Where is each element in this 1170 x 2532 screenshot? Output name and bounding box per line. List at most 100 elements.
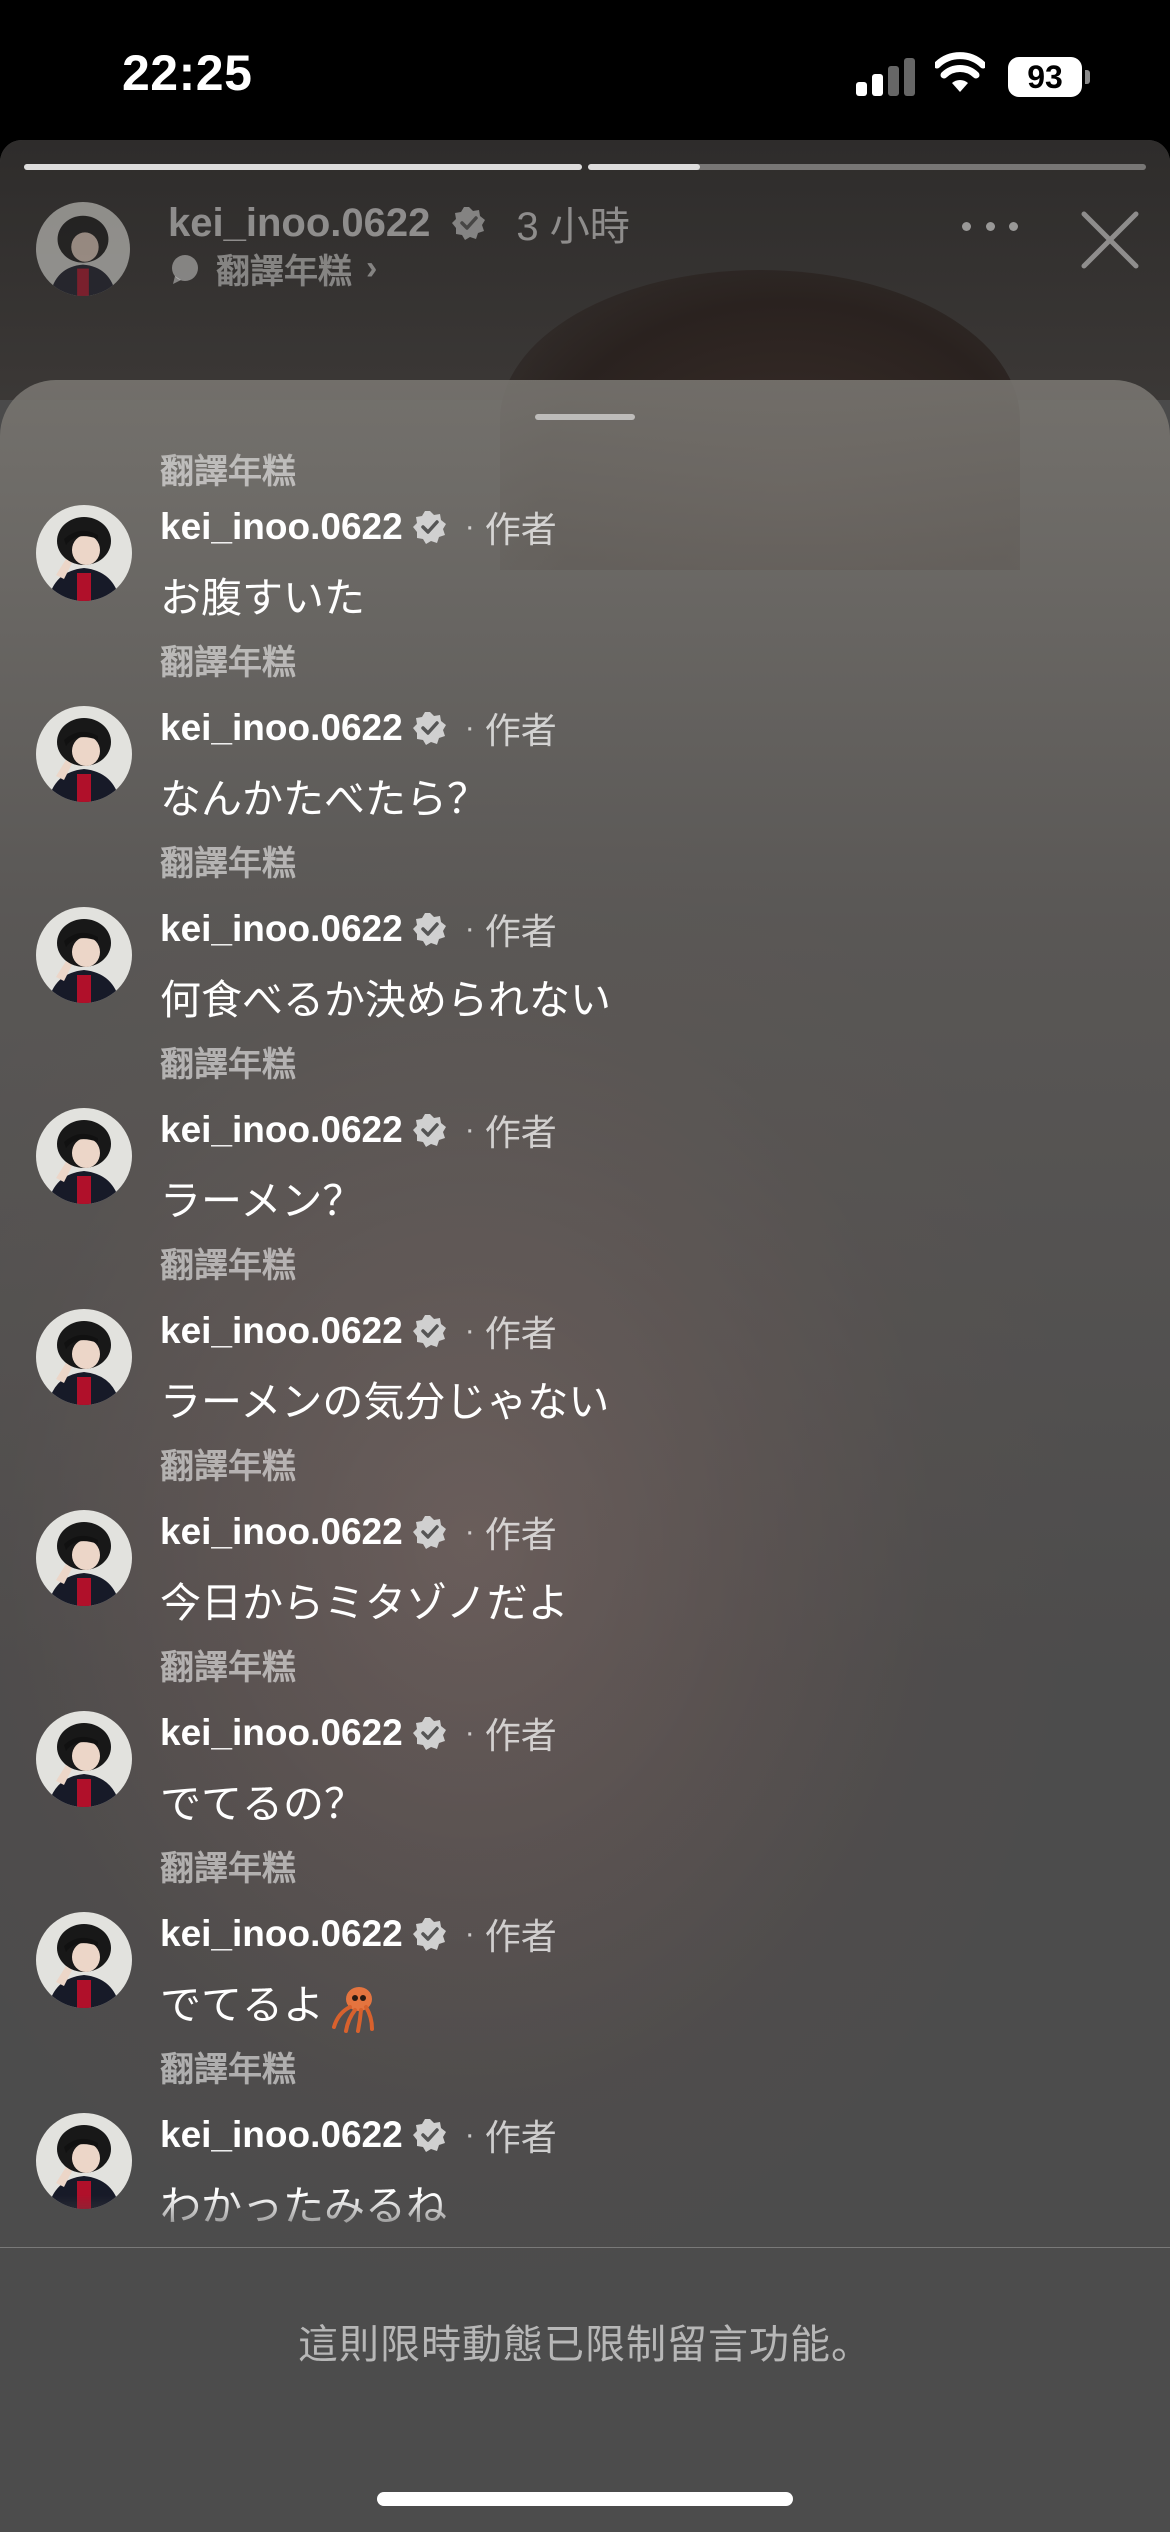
author-label: 作者 bbox=[484, 2117, 557, 2158]
comments-restricted-notice: 這則限時動態已限制留言功能。 bbox=[298, 2323, 872, 2367]
comment-header: kei_inoo.0622 · 作者 bbox=[160, 1105, 557, 1155]
author-label: 作者 bbox=[484, 1313, 557, 1354]
comment-text-content: ラーメンの気分じゃない bbox=[160, 1379, 610, 1425]
more-options-icon[interactable] bbox=[962, 216, 1018, 236]
author-label: 作者 bbox=[484, 1514, 557, 1555]
comment-item[interactable]: kei_inoo.0622 · 作者 でてるの？ 翻譯年糕 bbox=[0, 1688, 1170, 1888]
comment-text: わかったみるね bbox=[160, 2172, 447, 2232]
author-label: 作者 bbox=[484, 911, 557, 952]
comment-item[interactable]: kei_inoo.0622 · 作者 わかったみるね 翻譯年糕 bbox=[0, 2090, 1170, 2245]
comment-item[interactable]: kei_inoo.0622 · 作者 ラーメン？ 翻譯年糕 bbox=[0, 1085, 1170, 1285]
comment-username[interactable]: kei_inoo.0622 bbox=[160, 1109, 403, 1151]
verified-badge-icon bbox=[412, 913, 446, 946]
comment-username[interactable]: kei_inoo.0622 bbox=[160, 506, 403, 548]
comment-text-content: でてるの？ bbox=[160, 1781, 365, 1827]
comment-text: なんかたべたら？ bbox=[160, 765, 488, 825]
separator-dot: · bbox=[464, 711, 475, 744]
comment-text: ラーメンの気分じゃない bbox=[160, 1368, 609, 1428]
speech-bubble-icon bbox=[172, 254, 198, 284]
separator-dot: · bbox=[464, 1113, 475, 1146]
verified-badge-icon bbox=[412, 1717, 446, 1750]
comment-username[interactable]: kei_inoo.0622 bbox=[160, 1913, 403, 1955]
comment-translate-link[interactable]: 翻譯年糕 bbox=[160, 635, 296, 684]
comment-username[interactable]: kei_inoo.0622 bbox=[160, 2114, 403, 2156]
comment-text: ラーメン？ bbox=[160, 1167, 363, 1227]
comment-header: kei_inoo.0622 · 作者 bbox=[160, 904, 557, 954]
story-author-username[interactable]: kei_inoo.0622 bbox=[168, 201, 430, 246]
comment-translate-link[interactable]: 翻譯年糕 bbox=[160, 2042, 296, 2091]
comment-text-content: なんかたべたら？ bbox=[160, 776, 488, 822]
story-posted-time: 3 小時 bbox=[516, 205, 630, 249]
comment-item[interactable]: kei_inoo.0622 · 作者 お腹すいた 翻譯年糕 bbox=[0, 482, 1170, 682]
comment-avatar[interactable] bbox=[36, 1711, 132, 1807]
comment-avatar[interactable] bbox=[36, 1510, 132, 1606]
status-bar: 22:25 93 bbox=[0, 0, 1170, 140]
comment-text-content: ラーメン？ bbox=[160, 1178, 364, 1224]
comment-text-content: 今日からミタゾノだよ bbox=[160, 1580, 569, 1626]
verified-badge-icon bbox=[412, 1114, 446, 1147]
verified-badge-icon bbox=[412, 1315, 446, 1348]
home-indicator[interactable] bbox=[377, 2492, 793, 2506]
comment-translate-link[interactable]: 翻譯年糕 bbox=[160, 1640, 296, 1689]
sheet-divider bbox=[0, 2247, 1170, 2248]
comment-text: 何食べるか決められない bbox=[160, 966, 611, 1026]
comment-username[interactable]: kei_inoo.0622 bbox=[160, 707, 403, 749]
comment-text-content: お腹すいた bbox=[160, 575, 365, 621]
comment-item[interactable]: kei_inoo.0622 · 作者 なんかたべたら？ 翻譯年糕 bbox=[0, 683, 1170, 883]
comment-text: 今日からミタゾノだよ bbox=[160, 1569, 569, 1629]
comment-text: お腹すいた bbox=[160, 564, 365, 624]
comment-translate-link[interactable]: 翻譯年糕 bbox=[160, 836, 296, 885]
comment-avatar[interactable] bbox=[36, 1309, 132, 1405]
comment-translate-link[interactable]: 翻譯年糕 bbox=[160, 1238, 296, 1287]
battery-level: 93 bbox=[1008, 57, 1082, 97]
comment-avatar[interactable] bbox=[36, 1108, 132, 1204]
comment-item[interactable]: kei_inoo.0622 · 作者 ラーメンの気分じゃない 翻譯年糕 bbox=[0, 1286, 1170, 1486]
story-author-avatar[interactable] bbox=[36, 202, 130, 296]
comment-header: kei_inoo.0622 · 作者 bbox=[160, 2110, 557, 2160]
comment-item[interactable]: kei_inoo.0622 · 作者 今日からミタゾノだよ 翻譯年糕 bbox=[0, 1487, 1170, 1687]
chevron-right-icon: › bbox=[366, 249, 378, 287]
verified-badge-icon bbox=[452, 207, 486, 240]
battery-icon: 93 bbox=[1008, 57, 1090, 97]
separator-dot: · bbox=[464, 1917, 475, 1950]
comment-translate-link[interactable]: 翻譯年糕 bbox=[160, 1841, 296, 1890]
close-icon[interactable] bbox=[1080, 210, 1140, 270]
story-progress-1 bbox=[24, 164, 582, 170]
comments-list[interactable]: 翻譯年糕 kei_inoo.0622 · 作者 お腹すいた 翻譯年糕 kei_i… bbox=[0, 420, 1170, 2245]
comment-username[interactable]: kei_inoo.0622 bbox=[160, 1511, 403, 1553]
comment-header: kei_inoo.0622 · 作者 bbox=[160, 502, 557, 552]
comment-text-content: でてるよ bbox=[160, 1982, 324, 2028]
verified-badge-icon bbox=[412, 1516, 446, 1549]
separator-dot: · bbox=[464, 1515, 475, 1548]
author-label: 作者 bbox=[484, 710, 557, 751]
verified-badge-icon bbox=[412, 712, 446, 745]
author-label: 作者 bbox=[484, 509, 557, 550]
comment-text: でてるの？ bbox=[160, 1770, 365, 1830]
author-label: 作者 bbox=[484, 1112, 557, 1153]
comment-avatar[interactable] bbox=[36, 505, 132, 601]
comment-username[interactable]: kei_inoo.0622 bbox=[160, 908, 403, 950]
comment-avatar[interactable] bbox=[36, 2113, 132, 2209]
comment-item[interactable]: kei_inoo.0622 · 作者 でてるよ 翻譯年糕 bbox=[0, 1889, 1170, 2089]
comment-header: kei_inoo.0622 · 作者 bbox=[160, 1507, 557, 1557]
comment-avatar[interactable] bbox=[36, 706, 132, 802]
comment-header: kei_inoo.0622 · 作者 bbox=[160, 703, 557, 753]
comment-header: kei_inoo.0622 · 作者 bbox=[160, 1306, 557, 1356]
comment-username[interactable]: kei_inoo.0622 bbox=[160, 1310, 403, 1352]
author-label: 作者 bbox=[484, 1715, 557, 1756]
status-time: 22:25 bbox=[122, 45, 253, 101]
verified-badge-icon bbox=[412, 2119, 446, 2152]
comment-translate-link[interactable]: 翻譯年糕 bbox=[160, 1037, 296, 1086]
cellular-signal-icon bbox=[856, 58, 916, 96]
comment-avatar[interactable] bbox=[36, 907, 132, 1003]
wifi-icon bbox=[935, 52, 985, 92]
comment-item[interactable]: kei_inoo.0622 · 作者 何食べるか決められない 翻譯年糕 bbox=[0, 884, 1170, 1084]
separator-dot: · bbox=[464, 2118, 475, 2151]
story-translate-label[interactable]: 翻譯年糕 bbox=[216, 244, 352, 293]
comment-translate-link[interactable]: 翻譯年糕 bbox=[160, 1439, 296, 1488]
comment-username[interactable]: kei_inoo.0622 bbox=[160, 1712, 403, 1754]
story-translate[interactable]: 翻譯年糕 › bbox=[168, 244, 377, 293]
comment-avatar[interactable] bbox=[36, 1912, 132, 2008]
comment-text-content: 何食べるか決められない bbox=[160, 977, 611, 1023]
comment-translate-link[interactable]: 翻譯年糕 bbox=[160, 2243, 296, 2245]
